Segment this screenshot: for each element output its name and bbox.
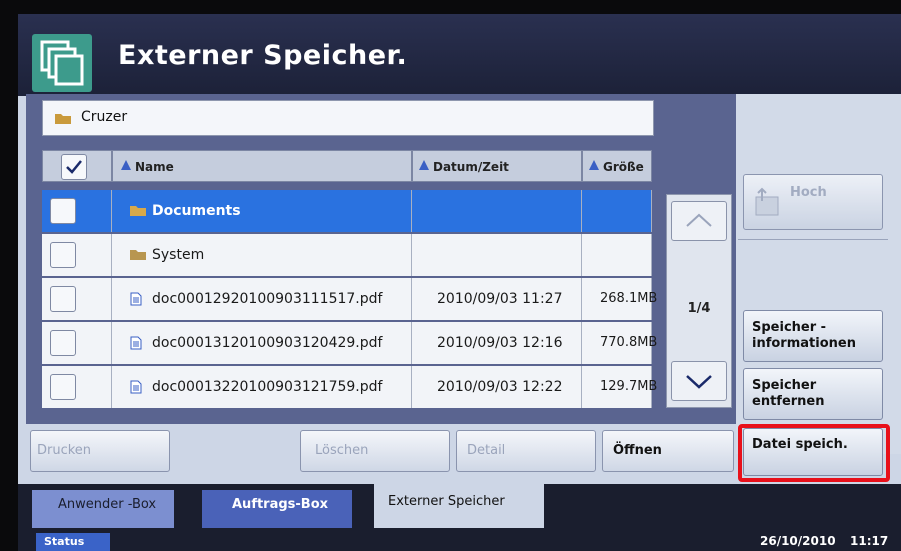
page-indicator: 1/4 bbox=[687, 301, 711, 316]
document-icon bbox=[130, 336, 142, 350]
file-size: 268.1MB bbox=[600, 291, 658, 306]
date-label: 26/10/2010 bbox=[760, 534, 836, 548]
file-size: 129.7MB bbox=[600, 379, 658, 394]
row-checkbox[interactable] bbox=[50, 286, 76, 312]
sort-ascending-icon bbox=[589, 160, 599, 170]
highlight-frame bbox=[738, 424, 890, 482]
file-size: 770.8MB bbox=[600, 335, 658, 350]
row-checkbox[interactable] bbox=[50, 198, 76, 224]
folder-icon bbox=[55, 114, 71, 124]
file-date: 2010/09/03 11:27 bbox=[437, 291, 563, 307]
file-name: doc00013220100903121759.pdf bbox=[152, 379, 383, 395]
row-checkbox[interactable] bbox=[50, 330, 76, 356]
scroll-up-button[interactable] bbox=[671, 201, 727, 241]
scroll-down-button[interactable] bbox=[671, 361, 727, 401]
page-title: Externer Speicher. bbox=[118, 40, 408, 71]
breadcrumb: Cruzer bbox=[42, 100, 654, 136]
file-date: 2010/09/03 12:16 bbox=[437, 335, 563, 351]
folder-icon bbox=[130, 250, 146, 260]
tab-job-box[interactable]: Auftrags-Box bbox=[202, 490, 352, 528]
tab-external-storage[interactable]: Externer Speicher bbox=[374, 484, 544, 528]
device-screen: Externer Speicher. Cruzer Name Datum/Zei… bbox=[18, 14, 901, 551]
documents-icon bbox=[32, 34, 92, 92]
check-icon bbox=[66, 160, 82, 174]
column-header-size[interactable]: Größe bbox=[582, 150, 652, 182]
remove-storage-button[interactable]: Speicher entfernen bbox=[743, 368, 883, 420]
delete-button[interactable]: Löschen bbox=[300, 430, 450, 472]
divider bbox=[738, 239, 888, 240]
time-label: 11:17 bbox=[850, 534, 889, 548]
open-button[interactable]: Öffnen bbox=[602, 430, 734, 472]
scrollbar[interactable]: 1/4 bbox=[666, 194, 732, 408]
file-date: 2010/09/03 12:22 bbox=[437, 379, 563, 395]
folder-up-icon bbox=[755, 187, 779, 216]
list-item[interactable]: System bbox=[42, 234, 652, 276]
file-name: Documents bbox=[152, 203, 241, 219]
print-button[interactable]: Drucken bbox=[30, 430, 170, 472]
list-item[interactable]: doc00012920100903111517.pdf 2010/09/03 1… bbox=[42, 278, 657, 320]
up-button[interactable]: Hoch bbox=[743, 174, 883, 230]
chevron-down-icon bbox=[686, 375, 712, 389]
path-label: Cruzer bbox=[81, 109, 128, 125]
sort-ascending-icon bbox=[419, 160, 429, 170]
select-all-header bbox=[42, 150, 112, 182]
row-checkbox[interactable] bbox=[50, 374, 76, 400]
tab-user-box[interactable]: Anwender -Box bbox=[32, 490, 174, 528]
chevron-up-icon bbox=[686, 213, 712, 227]
document-icon bbox=[130, 292, 142, 306]
column-header-name[interactable]: Name bbox=[112, 150, 412, 182]
select-all-checkbox[interactable] bbox=[61, 154, 87, 180]
file-name: doc00012920100903111517.pdf bbox=[152, 291, 383, 307]
sort-ascending-icon bbox=[121, 160, 131, 170]
row-checkbox[interactable] bbox=[50, 242, 76, 268]
status-button[interactable]: Status bbox=[36, 533, 110, 551]
document-icon bbox=[130, 380, 142, 394]
file-name: System bbox=[152, 247, 205, 263]
storage-info-button[interactable]: Speicher - informationen bbox=[743, 310, 883, 362]
folder-icon bbox=[130, 206, 146, 216]
list-item[interactable]: doc00013220100903121759.pdf 2010/09/03 1… bbox=[42, 366, 657, 408]
list-item[interactable]: doc00013120100903120429.pdf 2010/09/03 1… bbox=[42, 322, 657, 364]
file-name: doc00013120100903120429.pdf bbox=[152, 335, 383, 351]
column-header-date[interactable]: Datum/Zeit bbox=[412, 150, 582, 182]
list-item[interactable]: Documents bbox=[42, 190, 652, 232]
detail-button[interactable]: Detail bbox=[456, 430, 596, 472]
